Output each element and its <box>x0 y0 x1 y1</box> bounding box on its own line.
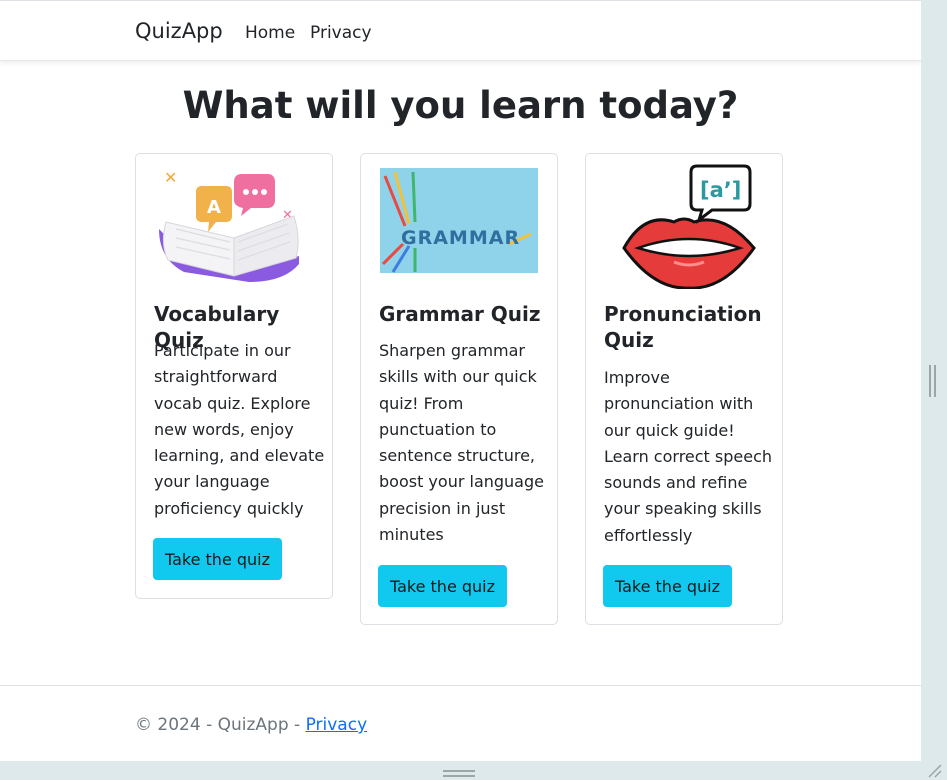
card-title: Grammar Quiz <box>379 302 541 326</box>
svg-text:GRAMMAR: GRAMMAR <box>401 227 520 249</box>
copyright-text: © 2024 - QuizApp - <box>135 715 306 735</box>
footer-text: © 2024 - QuizApp - Privacy <box>135 715 367 735</box>
card-title: Pronunciation Quiz <box>604 302 762 352</box>
svg-text:✕: ✕ <box>164 168 177 187</box>
svg-text:A: A <box>207 197 221 218</box>
quiz-card-vocabulary: ✕ ✕ A Vocabulary Quiz Participate in our… <box>135 153 333 599</box>
footer: © 2024 - QuizApp - Privacy <box>0 685 921 761</box>
footer-privacy-link[interactable]: Privacy <box>306 715 368 735</box>
lips-speech-bubble-icon: [a’] <box>622 164 756 289</box>
brand-link[interactable]: QuizApp <box>135 19 223 43</box>
nav-link-home[interactable]: Home <box>245 23 295 43</box>
side-resize-handle[interactable] <box>929 365 936 397</box>
card-description: Improve pronunciation with our quick gui… <box>604 368 773 545</box>
take-quiz-button-vocabulary[interactable]: Take the quiz <box>153 538 282 580</box>
take-quiz-button-pronunciation[interactable]: Take the quiz <box>603 565 732 607</box>
browser-viewport: QuizApp Home Privacy What will you learn… <box>0 0 921 761</box>
bottom-resize-handle[interactable] <box>443 770 475 777</box>
grammar-letters-image: GRAMMAR <box>380 168 538 273</box>
take-quiz-button-grammar[interactable]: Take the quiz <box>378 565 507 607</box>
card-description: Participate in our straightforward vocab… <box>154 341 325 518</box>
navbar: QuizApp Home Privacy <box>0 0 921 61</box>
page-title: What will you learn today? <box>182 84 739 127</box>
quiz-card-pronunciation: [a’] Pronunciation Quiz Improve pronunci… <box>585 153 783 625</box>
corner-resize-grip-icon[interactable] <box>925 762 943 778</box>
open-book-speech-bubbles-icon: ✕ ✕ A <box>159 168 299 282</box>
card-description: Sharpen grammar skills with our quick qu… <box>379 341 544 545</box>
svg-text:[a’]: [a’] <box>700 178 741 202</box>
nav-link-privacy[interactable]: Privacy <box>310 23 372 43</box>
quiz-card-grammar: GRAMMAR Grammar Quiz Sharpen grammar ski… <box>360 153 558 625</box>
